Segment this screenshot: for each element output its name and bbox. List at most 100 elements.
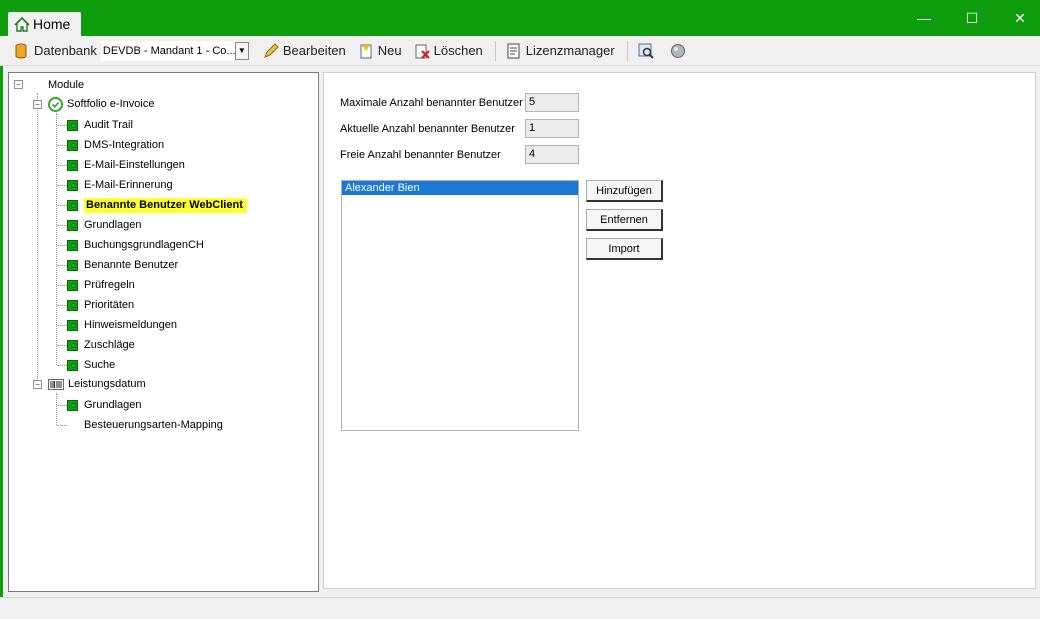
close-button[interactable]: ✕	[1008, 6, 1032, 30]
import-button[interactable]: Import	[586, 238, 663, 260]
lizenzmanager-button[interactable]: Lizenzmanager	[506, 43, 615, 59]
tree-node-benannte-benutzer-webclient[interactable]: Benannte Benutzer WebClient	[67, 196, 247, 214]
search-settings-button[interactable]	[638, 43, 658, 59]
tab-home[interactable]: Home	[8, 12, 81, 36]
close-icon: ✕	[1014, 9, 1026, 26]
root-collapse-toggle[interactable]: −	[14, 80, 23, 89]
tree-node-einvoice[interactable]: Softfolio e-Invoice	[48, 95, 154, 113]
max-users-label: Maximale Anzahl benannter Benutzer	[340, 97, 523, 109]
tree-connector	[37, 93, 38, 383]
maximize-button[interactable]: ☐	[960, 6, 984, 30]
tree-connector	[57, 145, 67, 146]
detail-panel: Maximale Anzahl benannter Benutzer 5 Akt…	[323, 72, 1036, 589]
tree-connector	[57, 125, 67, 126]
module-icon	[67, 339, 78, 351]
module-icon	[67, 139, 78, 151]
bearbeiten-label: Bearbeiten	[282, 43, 346, 58]
tree-node-label: Prioritäten	[84, 299, 135, 311]
module-icon	[67, 259, 78, 271]
einvoice-icon	[48, 96, 63, 112]
add-user-button[interactable]: Hinzufügen	[586, 180, 663, 202]
tree-node-label: Leistungsdatum	[68, 378, 146, 390]
remove-user-button[interactable]: Entfernen	[586, 209, 663, 231]
delete-icon	[415, 44, 430, 59]
leistungsdatum-collapse-toggle[interactable]: −	[33, 380, 42, 389]
help-button[interactable]	[670, 43, 690, 59]
search-settings-icon	[638, 43, 654, 59]
current-users-field[interactable]: 1	[525, 119, 579, 138]
tree-node-label: Hinweismeldungen	[84, 319, 177, 331]
neu-button[interactable]: Neu	[358, 42, 402, 59]
tree-node-benannte-benutzer[interactable]: Benannte Benutzer	[67, 256, 178, 274]
tree-node-hinweismeldungen[interactable]: Hinweismeldungen	[67, 316, 177, 334]
title-bar: Home — ☐ ✕	[0, 0, 1040, 36]
datenbank-label-group: Datenbank	[14, 43, 97, 59]
tree-node-besteuerungsarten-mapping[interactable]: Besteuerungsarten-Mapping	[84, 416, 223, 434]
bearbeiten-button[interactable]: Bearbeiten	[263, 42, 346, 59]
module-icon	[67, 299, 78, 311]
tree-node-prioritaeten[interactable]: Prioritäten	[67, 296, 134, 314]
toolbar-separator	[626, 40, 628, 61]
tree-connector	[57, 205, 67, 206]
tree-node-suche[interactable]: Suche	[67, 356, 115, 374]
tree-connector	[56, 113, 57, 365]
status-bar	[0, 597, 1040, 619]
max-users-field[interactable]: 5	[525, 93, 579, 112]
lizenzmanager-label: Lizenzmanager	[525, 43, 615, 58]
tree-node-pruefregeln[interactable]: Prüfregeln	[67, 276, 135, 294]
neu-label: Neu	[377, 43, 402, 58]
tree-node-dms-integration[interactable]: DMS-Integration	[67, 136, 164, 154]
tree-node-buchungsgrundlagen-ch[interactable]: BuchungsgrundlagenCH	[67, 236, 204, 254]
tree-connector	[57, 345, 67, 346]
module-icon	[67, 239, 78, 251]
tree-connector	[57, 325, 67, 326]
module-icon	[67, 279, 78, 291]
tree-node-label: Audit Trail	[84, 119, 133, 131]
tree-connector	[56, 393, 57, 425]
tree-node-label: Softfolio e-Invoice	[67, 98, 155, 110]
minimize-button[interactable]: —	[912, 6, 936, 30]
module-icon	[67, 159, 78, 171]
tree-node-label: Module	[48, 79, 85, 91]
tree-connector	[57, 185, 67, 186]
new-icon	[360, 42, 372, 58]
named-users-list[interactable]: Alexander Bien	[341, 180, 579, 431]
barcode-icon	[48, 378, 64, 390]
tree-node-label: E-Mail-Einstellungen	[84, 159, 185, 171]
tree-node-grundlagen[interactable]: Grundlagen	[67, 216, 142, 234]
tree-node-label: DMS-Integration	[84, 139, 165, 151]
tree-node-label-selected: Benannte Benutzer WebClient	[84, 197, 247, 213]
tree-connector	[57, 225, 67, 226]
module-icon	[67, 399, 78, 411]
edit-icon	[263, 42, 279, 58]
tree-node-audit-trail[interactable]: Audit Trail	[67, 116, 133, 134]
maximize-icon: ☐	[965, 9, 979, 26]
module-icon	[67, 359, 78, 371]
home-icon	[14, 16, 30, 32]
datenbank-select[interactable]: DEVDB - Mandant 1 - Co... ▼	[100, 40, 249, 61]
tree-node-email-einstellungen[interactable]: E-Mail-Einstellungen	[67, 156, 185, 174]
einvoice-collapse-toggle[interactable]: −	[33, 100, 42, 109]
tree-node-label: Prüfregeln	[84, 279, 135, 291]
tree-node-label: Grundlagen	[84, 219, 142, 231]
datenbank-select-value: DEVDB - Mandant 1 - Co...	[100, 40, 235, 61]
module-icon	[67, 319, 78, 331]
module-icon	[67, 199, 78, 211]
tree-connector	[57, 425, 67, 426]
tree-node-leistungsdatum-grundlagen[interactable]: Grundlagen	[67, 396, 142, 414]
tree-node-module[interactable]: Module	[48, 76, 84, 94]
tree-node-leistungsdatum[interactable]: Leistungsdatum	[48, 375, 146, 393]
tree-connector	[57, 165, 67, 166]
tree-node-label: E-Mail-Erinnerung	[84, 179, 173, 191]
tree-node-zuschlaege[interactable]: Zuschläge	[67, 336, 135, 354]
chevron-down-icon[interactable]: ▼	[234, 41, 249, 60]
tree-connector	[57, 365, 67, 366]
module-icon	[67, 119, 78, 131]
list-item[interactable]: Alexander Bien	[342, 181, 578, 195]
loeschen-button[interactable]: Löschen	[414, 43, 483, 59]
free-users-field[interactable]: 4	[525, 145, 579, 164]
tree-node-label: Besteuerungsarten-Mapping	[84, 419, 223, 431]
module-tree[interactable]: − Module − Softfolio e-Invoice Audit Tra…	[8, 72, 319, 592]
tree-connector	[57, 405, 67, 406]
tree-node-email-erinnerung[interactable]: E-Mail-Erinnerung	[67, 176, 173, 194]
